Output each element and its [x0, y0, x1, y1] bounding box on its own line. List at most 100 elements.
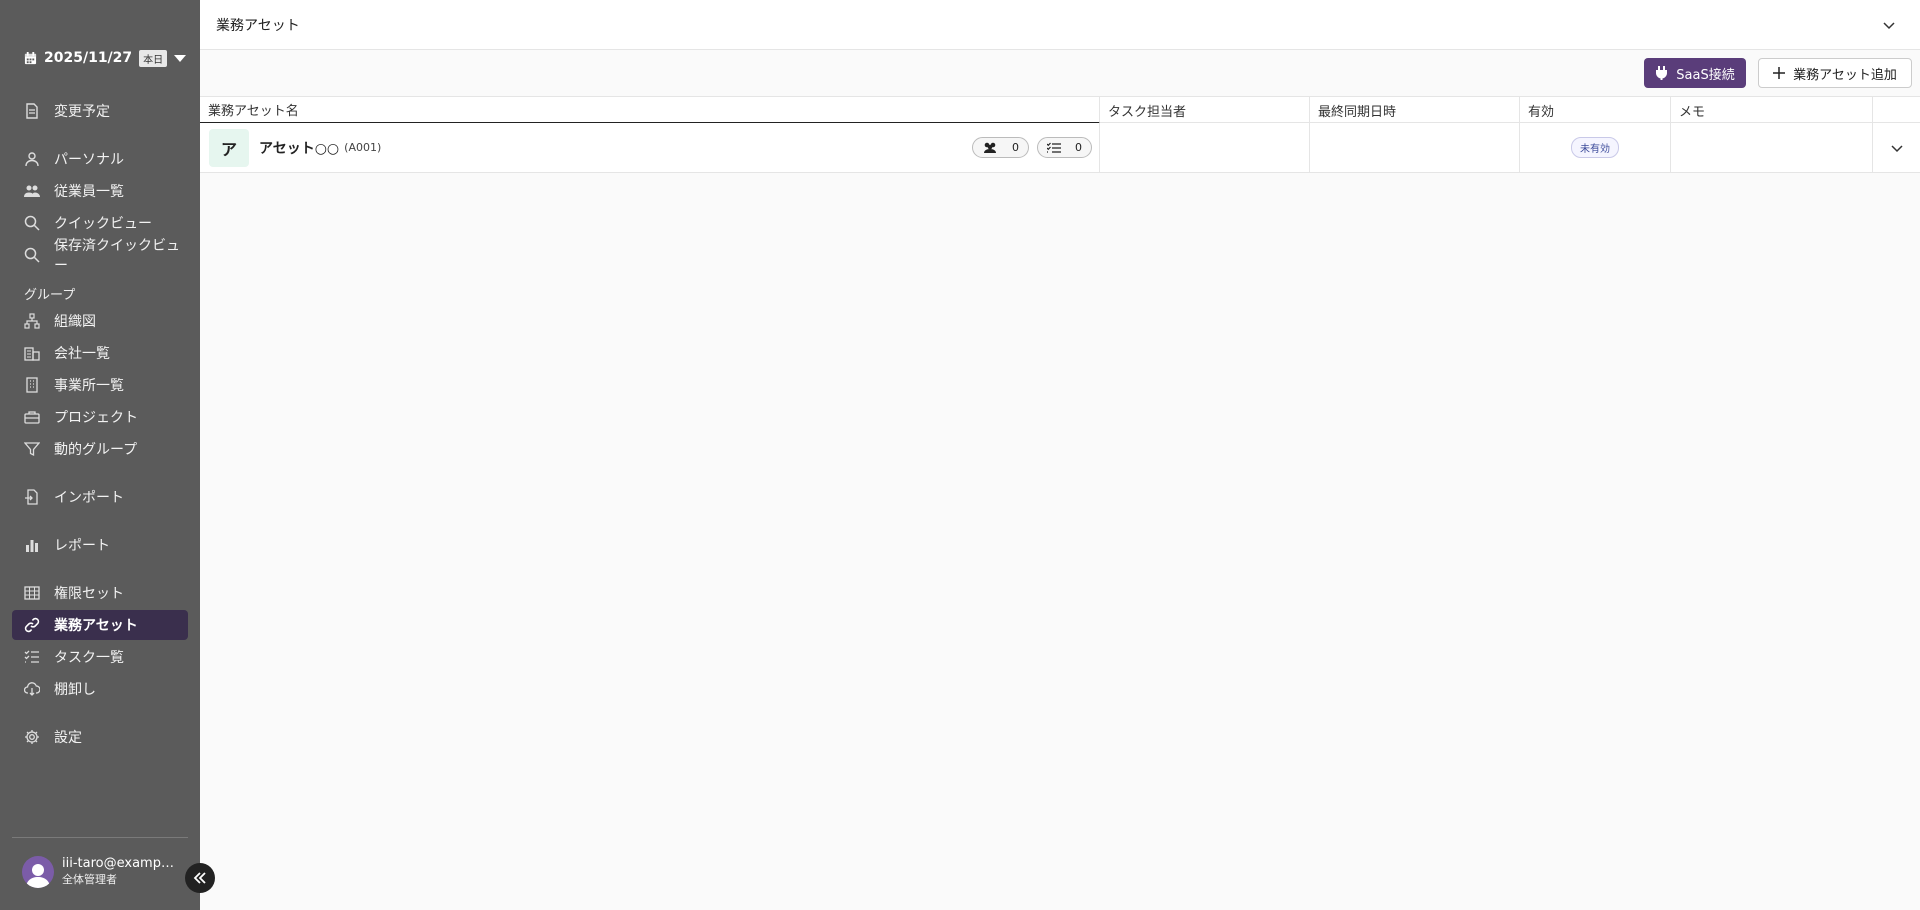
cell-memo — [1671, 123, 1873, 172]
people-icon — [24, 185, 40, 197]
filter-icon — [24, 442, 40, 457]
asset-name: アセット○○ — [259, 140, 340, 157]
sidebar-item-label: 事業所一覧 — [54, 378, 124, 394]
sidebar-item-org-chart[interactable]: 組織図 — [12, 306, 188, 336]
column-header-assignee[interactable]: タスク担当者 — [1100, 97, 1310, 123]
sidebar-item-dynamic-group[interactable]: 動的グループ — [12, 434, 188, 464]
sidebar-item-change-schedule[interactable]: 変更予定 — [12, 96, 188, 126]
org-chart-icon — [24, 313, 40, 329]
sidebar-item-task-list[interactable]: タスク一覧 — [12, 642, 188, 672]
user-avatar-icon — [26, 864, 50, 888]
avatar — [22, 856, 54, 888]
calendar-icon — [24, 51, 37, 64]
task-count: 0 — [1075, 141, 1082, 154]
sidebar-item-label: プロジェクト — [54, 410, 138, 426]
column-header-memo[interactable]: メモ — [1671, 97, 1873, 123]
member-count: 0 — [1012, 141, 1019, 154]
page-title: 業務アセット — [216, 18, 300, 34]
sidebar-item-report[interactable]: レポート — [12, 530, 188, 560]
task-count-pill[interactable]: 0 — [1037, 137, 1092, 158]
company-icon — [24, 347, 40, 361]
grid-icon — [24, 586, 40, 600]
sidebar-item-label: 棚卸し — [54, 682, 96, 698]
add-business-asset-label: 業務アセット追加 — [1793, 67, 1897, 83]
cell-asset-name[interactable]: ア アセット○○ (A001) 0 0 — [200, 123, 1100, 172]
sidebar-item-settings[interactable]: 設定 — [12, 722, 188, 752]
sidebar-item-label: レポート — [54, 538, 110, 554]
sidebar-item-label: 従業員一覧 — [54, 184, 124, 200]
sidebar-item-employee-list[interactable]: 従業員一覧 — [12, 176, 188, 206]
briefcase-icon — [24, 411, 40, 424]
asset-code: (A001) — [344, 141, 382, 154]
plus-icon — [1773, 67, 1786, 79]
sidebar-item-label: パーソナル — [54, 152, 124, 168]
search-icon — [24, 247, 40, 263]
sidebar-item-quick-view[interactable]: クイックビュー — [12, 208, 188, 238]
people-icon — [984, 142, 996, 153]
date-selector[interactable]: 2025/11/27 本日 — [24, 48, 187, 68]
user-role: 全体管理者 — [62, 873, 117, 886]
table-row[interactable]: ア アセット○○ (A001) 0 0 未有効 — [200, 123, 1920, 173]
double-chevron-left-icon — [193, 872, 206, 884]
gear-icon — [25, 730, 39, 744]
user-menu[interactable]: iii-taro@example.com 全体管理者 — [22, 856, 174, 888]
column-header-asset-name[interactable]: 業務アセット名 — [200, 97, 1100, 124]
today-badge: 本日 — [139, 49, 168, 67]
plug-icon — [1656, 66, 1668, 80]
checklist-icon — [24, 650, 39, 663]
sidebar-item-label: 組織図 — [54, 314, 96, 330]
add-business-asset-button[interactable]: 業務アセット追加 — [1758, 58, 1912, 88]
asset-initial-icon: ア — [209, 128, 249, 167]
sidebar-item-label: クイックビュー — [54, 216, 152, 232]
page-header: 業務アセット — [200, 0, 1920, 50]
sidebar-item-import[interactable]: インポート — [12, 482, 188, 512]
collapse-sidebar-button[interactable] — [185, 863, 215, 893]
cell-active: 未有効 — [1520, 123, 1671, 172]
chevron-down-icon[interactable] — [1882, 18, 1896, 32]
status-badge: 未有効 — [1571, 137, 1619, 158]
link-icon — [24, 617, 40, 633]
sidebar-item-personal[interactable]: パーソナル — [12, 144, 188, 174]
sidebar-item-label: 会社一覧 — [54, 346, 110, 362]
sidebar-item-inventory[interactable]: 棚卸し — [12, 674, 188, 704]
building-icon — [26, 377, 38, 393]
column-header-last-sync[interactable]: 最終同期日時 — [1310, 97, 1520, 123]
search-icon — [24, 215, 40, 231]
sidebar-item-office-list[interactable]: 事業所一覧 — [12, 370, 188, 400]
sidebar-item-label: インポート — [54, 490, 124, 506]
sidebar-item-label: 動的グループ — [54, 442, 138, 458]
cell-expand[interactable] — [1873, 123, 1920, 172]
sidebar-item-label: 保存済クイックビュー — [54, 238, 180, 274]
document-icon — [26, 103, 38, 119]
sidebar-divider — [12, 837, 188, 838]
sidebar-item-label: 変更予定 — [54, 104, 110, 120]
saas-connect-label: SaaS接続 — [1676, 67, 1735, 83]
sidebar-item-label: タスク一覧 — [54, 650, 124, 666]
sidebar-item-business-asset[interactable]: 業務アセット — [12, 610, 188, 640]
checklist-icon — [1047, 142, 1061, 153]
cloud-download-icon — [24, 682, 40, 696]
sidebar-item-label: 業務アセット — [54, 618, 138, 634]
business-asset-table: 業務アセット名 タスク担当者 最終同期日時 有効 メモ ア アセット○○ (A0… — [200, 96, 1920, 173]
member-count-pill[interactable]: 0 — [972, 137, 1029, 158]
caret-down-icon — [174, 54, 187, 62]
chevron-down-icon[interactable] — [1890, 141, 1904, 155]
cell-assignee — [1100, 123, 1310, 172]
user-email: iii-taro@example.com — [62, 856, 174, 871]
sidebar-item-company-list[interactable]: 会社一覧 — [12, 338, 188, 368]
column-header-actions — [1873, 97, 1920, 123]
import-icon — [25, 489, 38, 505]
saas-connect-button[interactable]: SaaS接続 — [1644, 58, 1746, 88]
sidebar-item-permission-set[interactable]: 権限セット — [12, 578, 188, 608]
table-header: 業務アセット名 タスク担当者 最終同期日時 有効 メモ — [200, 96, 1920, 124]
sidebar-item-project[interactable]: プロジェクト — [12, 402, 188, 432]
bar-chart-icon — [26, 540, 38, 552]
sidebar: 2025/11/27 本日 変更予定 パーソナル 従業員一覧 クイックビュー 保… — [0, 0, 200, 910]
cell-last-sync — [1310, 123, 1520, 172]
column-header-active[interactable]: 有効 — [1520, 97, 1671, 123]
sidebar-item-saved-quick-view[interactable]: 保存済クイックビュー — [12, 238, 188, 274]
sidebar-item-label: 権限セット — [54, 586, 124, 602]
current-date: 2025/11/27 — [44, 50, 133, 66]
sidebar-item-label: 設定 — [54, 730, 82, 746]
person-icon — [25, 152, 39, 167]
